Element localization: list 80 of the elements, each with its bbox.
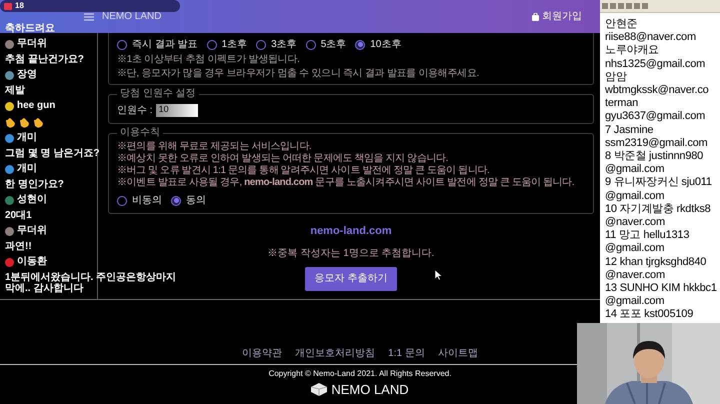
- footer-link[interactable]: 사이트맵: [438, 346, 478, 361]
- radio-button[interactable]: [256, 40, 266, 50]
- rule-text: ※예상치 못한 오류로 인하여 발생되는 어떠한 문제에도 책임을 지지 않습니다.: [117, 153, 449, 165]
- site-link[interactable]: nemo-land.com: [310, 223, 392, 240]
- chat-username: hee gun: [17, 100, 56, 112]
- viewer-icon: [4, 2, 12, 10]
- radio-button[interactable]: [117, 40, 127, 50]
- cursor-icon: [435, 270, 442, 280]
- footer-link[interactable]: 1:1 문의: [388, 346, 425, 361]
- notepad-line: 7 Jasmine: [605, 124, 654, 137]
- rule-text: ※이벤트 발표로 사용될 경우, nemo-land.com 문구를 노출시켜주시면 사이트 발전에 정말 큰 도움이 됩니다.: [117, 177, 576, 189]
- chat-message: 20대1: [5, 209, 32, 223]
- chat-message: 그럼 몇 명 남은거죠?: [5, 147, 100, 161]
- rule-text: ※버그 및 오류 발견시 1:1 문의를 통해 알려주시면 사이트 발전에 정말 큰 도움이 됩니다.: [117, 165, 490, 177]
- menu-icon[interactable]: [84, 12, 94, 20]
- notepad-line: 10 자기계발충 rkdtks8: [605, 202, 712, 216]
- footer-link[interactable]: 이용약관: [242, 346, 282, 361]
- notepad-line: nhs1325@gmail.com: [605, 58, 706, 71]
- chat-message: 한 명인가요?: [5, 178, 64, 192]
- notepad-line: 암암: [605, 70, 628, 84]
- radio-label: 10초후: [370, 38, 402, 52]
- lock-icon: [532, 12, 539, 20]
- notepad-line: @gmail.com: [605, 242, 666, 256]
- notepad-line: 12 khan tjrgksghd840: [605, 256, 708, 269]
- chat-message: 과연!!: [5, 240, 32, 254]
- chat-username: 장영: [17, 69, 37, 81]
- notepad-line: ssm2319@gmail.com: [605, 136, 709, 150]
- notepad-line: 안현준: [605, 18, 638, 32]
- notepad-line: 14 포포 kst005109: [605, 308, 694, 322]
- chat-message: 축하드려요: [5, 22, 55, 36]
- radio-button[interactable]: [355, 40, 366, 50]
- count-label: 인원수 :: [117, 104, 153, 118]
- viewer-count: 18: [15, 2, 24, 10]
- notepad-line: 9 유니짜장커신 sju011: [605, 176, 713, 190]
- footer-logo: NEMO LAND: [331, 381, 409, 399]
- count-field[interactable]: 10: [156, 104, 198, 116]
- rule-text: ※편의를 위해 무료로 제공되는 서비스입니다.: [117, 141, 312, 153]
- note-text: ※1초 이상부터 추첨 이펙트가 발생됩니다.: [117, 54, 301, 66]
- notepad-line: terman: [605, 97, 640, 110]
- draw-note: ※중복 작성자는 1명으로 추첨합니다.: [268, 246, 434, 260]
- radio-button[interactable]: [306, 40, 316, 50]
- footer-link[interactable]: 개인보호처리방침: [295, 346, 376, 361]
- notepad-line: 11 망고 hellu1313: [605, 229, 690, 242]
- notepad-line: gyu3637@gmail.com: [605, 110, 706, 124]
- radio-label: 즉시 결과 발표: [132, 38, 198, 52]
- radio-button[interactable]: [171, 196, 181, 206]
- radio-label: 동의: [186, 194, 206, 208]
- notepad-line: @gmail.com: [605, 190, 666, 203]
- radio-label: 1초후: [222, 38, 248, 52]
- chat-username: 개미: [17, 163, 37, 175]
- copyright-text: Copyright © Nemo-Land 2021. All Rights Reserved.: [268, 368, 452, 380]
- chat-message: 1분뒤에서왔습니다. 주인공은항상마지막에.. 감사합니다: [5, 271, 177, 296]
- panel-legend: 당첨 인원수 설정: [117, 88, 199, 100]
- note-text: ※단, 응모자가 많을 경우 브라우저가 멈출 수 있으니 즉시 결과 발표를 이용해주세요.: [117, 68, 480, 80]
- notepad-line: @naver.com: [605, 216, 666, 230]
- cube-logo-icon: [311, 383, 328, 396]
- notepad-line: @naver.com: [605, 268, 666, 282]
- chat-username: 성현이: [17, 194, 47, 206]
- notepad-line: 8 박준철 justinnn980: [605, 150, 704, 164]
- notepad-line: 13 SUNHO KIM hkkbc1: [605, 282, 718, 296]
- panel-legend: 이용수칙: [117, 127, 163, 139]
- site-logo[interactable]: NEMO LAND: [102, 9, 162, 24]
- chat-username: 이동환: [17, 256, 47, 268]
- radio-label: 비동의: [132, 194, 162, 208]
- chat-username: 무더위: [17, 225, 47, 237]
- chat-username: 개미: [17, 132, 37, 144]
- notepad-line: 노루야캐요: [605, 44, 660, 58]
- notepad-line: @gmail.com: [605, 295, 666, 308]
- chat-message: 추첨 끝난건가요?: [5, 53, 84, 67]
- notepad-line: wbtmgkssk@naver.co: [605, 84, 710, 98]
- draw-button[interactable]: 응모자 추출하기: [304, 266, 398, 290]
- radio-button[interactable]: [117, 196, 127, 206]
- radio-button[interactable]: [206, 40, 217, 50]
- notepad-line: @gmail.com: [605, 163, 666, 176]
- radio-label: 3초후: [271, 38, 297, 52]
- notepad-line: riise88@naver.com: [605, 31, 697, 44]
- chat-username: 무더위: [17, 38, 47, 50]
- radio-label: 5초후: [320, 38, 346, 52]
- chat-message: 제발: [5, 84, 25, 98]
- signup-button[interactable]: 회원가입: [532, 9, 582, 24]
